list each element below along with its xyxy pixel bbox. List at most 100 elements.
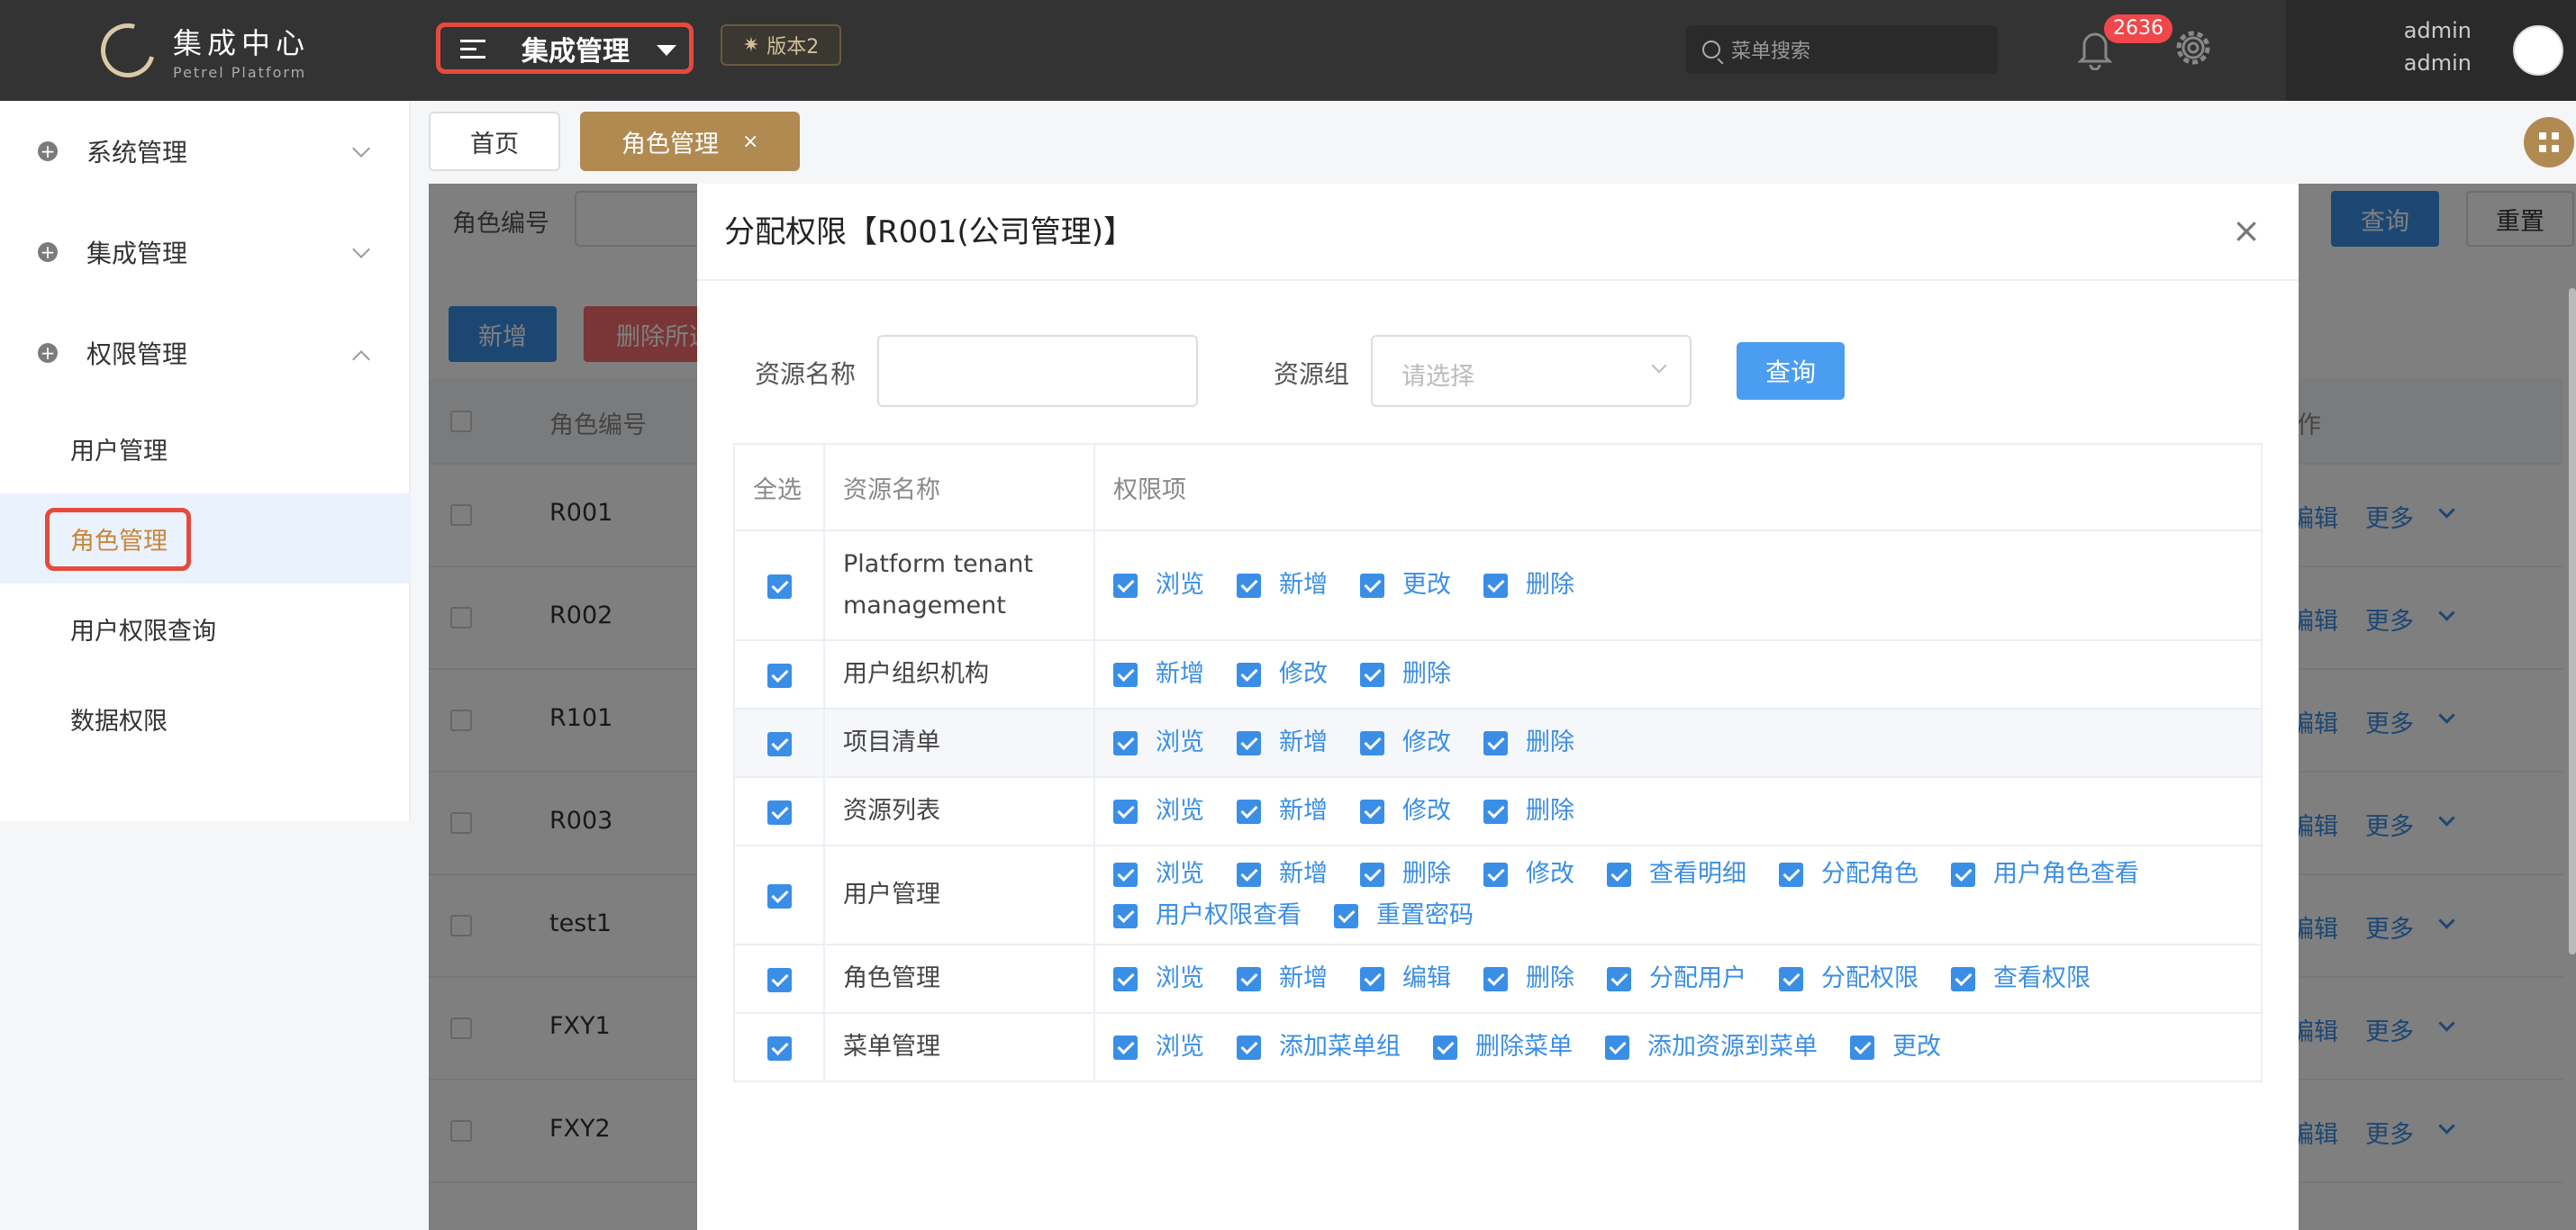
permission-item[interactable]: 删除 <box>1360 859 1451 890</box>
permission-item[interactable]: 查看明细 <box>1607 859 1746 890</box>
permission-item[interactable]: 分配用户 <box>1607 963 1746 994</box>
permission-item[interactable]: 删除 <box>1483 963 1574 994</box>
tab-home[interactable]: 首页 <box>429 112 560 171</box>
avatar[interactable] <box>2513 25 2563 76</box>
menu-search-input[interactable]: 菜单搜索 <box>1686 25 1998 74</box>
permission-item[interactable]: 分配权限 <box>1779 963 1918 994</box>
scrollbar[interactable] <box>2569 288 2576 954</box>
checkbox-checked[interactable] <box>1237 573 1261 598</box>
checkbox-checked[interactable] <box>1360 730 1384 755</box>
checkbox-checked[interactable] <box>1605 1035 1629 1060</box>
permission-item[interactable]: 分配角色 <box>1779 859 1918 890</box>
version-button[interactable]: ✷ 版本2 <box>721 24 841 66</box>
gear-icon[interactable] <box>2172 27 2214 68</box>
row-select-checkbox[interactable] <box>766 883 792 909</box>
system-switch-button[interactable]: 集成管理 <box>436 23 694 74</box>
checkbox-checked[interactable] <box>1607 966 1631 991</box>
checkbox-checked[interactable] <box>1113 573 1138 598</box>
checkbox-checked[interactable] <box>1779 966 1803 991</box>
sidebar-item-system[interactable]: + 系统管理 <box>0 101 411 202</box>
permission-item[interactable]: 查看权限 <box>1951 963 2091 994</box>
checkbox-checked[interactable] <box>1850 1035 1874 1060</box>
permission-item[interactable]: 删除菜单 <box>1433 1032 1573 1063</box>
checkbox-checked[interactable] <box>1113 1035 1138 1060</box>
checkbox-checked[interactable] <box>1113 903 1138 928</box>
tab-role-management[interactable]: 角色管理 × <box>580 112 801 171</box>
permission-item[interactable]: 修改 <box>1360 728 1451 758</box>
row-select-checkbox[interactable] <box>766 967 792 992</box>
checkbox-checked[interactable] <box>1360 966 1384 991</box>
close-icon[interactable]: × <box>2232 211 2261 250</box>
checkbox-checked[interactable] <box>1360 573 1384 598</box>
permission-item[interactable]: 用户权限查看 <box>1113 900 1302 931</box>
checkbox-checked[interactable] <box>1113 799 1138 824</box>
checkbox-checked[interactable] <box>1237 799 1261 824</box>
permission-item[interactable]: 删除 <box>1483 796 1574 827</box>
permission-item[interactable]: 新增 <box>1113 659 1204 690</box>
sidebar-item-user-permission-query[interactable]: 用户权限查询 <box>0 583 411 674</box>
permission-item[interactable]: 修改 <box>1237 659 1328 690</box>
checkbox-checked[interactable] <box>1237 730 1261 755</box>
checkbox-checked[interactable] <box>1113 966 1138 991</box>
resource-name-input[interactable] <box>877 335 1198 407</box>
checkbox-checked[interactable] <box>1237 966 1261 991</box>
checkbox-checked[interactable] <box>1951 862 1975 887</box>
checkbox-checked[interactable] <box>1951 966 1975 991</box>
permission-item[interactable]: 浏览 <box>1113 963 1204 994</box>
checkbox-checked[interactable] <box>1360 799 1384 824</box>
checkbox-checked[interactable] <box>1334 903 1358 928</box>
permission-item[interactable]: 编辑 <box>1360 963 1451 994</box>
permission-item[interactable]: 更改 <box>1360 570 1451 601</box>
checkbox-checked[interactable] <box>1360 662 1384 687</box>
sidebar-item-integration[interactable]: + 集成管理 <box>0 202 411 303</box>
checkbox-checked[interactable] <box>1113 862 1138 887</box>
permission-item[interactable]: 更改 <box>1850 1032 1941 1063</box>
permission-item[interactable]: 浏览 <box>1113 570 1204 601</box>
user-menu[interactable]: admin admin <box>2286 0 2576 101</box>
checkbox-checked[interactable] <box>1483 966 1508 991</box>
permission-item[interactable]: 删除 <box>1483 570 1574 601</box>
row-select-checkbox[interactable] <box>766 663 792 688</box>
close-icon[interactable]: × <box>742 131 758 153</box>
permission-item[interactable]: 修改 <box>1483 859 1574 890</box>
sidebar-item-data-permission[interactable]: 数据权限 <box>0 674 411 764</box>
permission-item[interactable]: 浏览 <box>1113 728 1204 758</box>
checkbox-checked[interactable] <box>1483 573 1508 598</box>
checkbox-checked[interactable] <box>1483 730 1508 755</box>
row-select-checkbox[interactable] <box>766 800 792 825</box>
permission-item[interactable]: 删除 <box>1483 728 1574 758</box>
permission-item[interactable]: 浏览 <box>1113 796 1204 827</box>
grid-icon[interactable] <box>2524 117 2574 167</box>
permission-item[interactable]: 新增 <box>1237 728 1328 758</box>
checkbox-checked[interactable] <box>1113 730 1138 755</box>
resource-group-select[interactable]: 请选择 <box>1371 335 1692 407</box>
permission-item[interactable]: 新增 <box>1237 963 1328 994</box>
checkbox-checked[interactable] <box>1237 862 1261 887</box>
dialog-query-button[interactable]: 查询 <box>1737 342 1845 400</box>
checkbox-checked[interactable] <box>1483 799 1508 824</box>
permission-item[interactable]: 新增 <box>1237 859 1328 890</box>
checkbox-checked[interactable] <box>1113 662 1138 687</box>
permission-item[interactable]: 新增 <box>1237 570 1328 601</box>
checkbox-checked[interactable] <box>1360 862 1384 887</box>
checkbox-checked[interactable] <box>1237 662 1261 687</box>
permission-item[interactable]: 添加菜单组 <box>1237 1032 1401 1063</box>
permission-item[interactable]: 新增 <box>1237 796 1328 827</box>
row-select-checkbox[interactable] <box>766 1036 792 1061</box>
permission-item[interactable]: 添加资源到菜单 <box>1605 1032 1818 1063</box>
sidebar-item-permission[interactable]: + 权限管理 <box>0 303 411 403</box>
permission-item[interactable]: 重置密码 <box>1334 900 1474 931</box>
permission-item[interactable]: 修改 <box>1360 796 1451 827</box>
permission-item[interactable]: 删除 <box>1360 659 1451 690</box>
checkbox-checked[interactable] <box>1433 1035 1457 1060</box>
permission-item[interactable]: 用户角色查看 <box>1951 859 2139 890</box>
checkbox-checked[interactable] <box>1779 862 1803 887</box>
permission-item[interactable]: 浏览 <box>1113 1032 1204 1063</box>
checkbox-checked[interactable] <box>1237 1035 1261 1060</box>
row-select-checkbox[interactable] <box>766 574 792 599</box>
permission-item[interactable]: 浏览 <box>1113 859 1204 890</box>
sidebar-item-user-management[interactable]: 用户管理 <box>0 403 411 493</box>
checkbox-checked[interactable] <box>1607 862 1631 887</box>
checkbox-checked[interactable] <box>1483 862 1508 887</box>
sidebar-item-role-management[interactable]: 角色管理 <box>0 493 411 583</box>
